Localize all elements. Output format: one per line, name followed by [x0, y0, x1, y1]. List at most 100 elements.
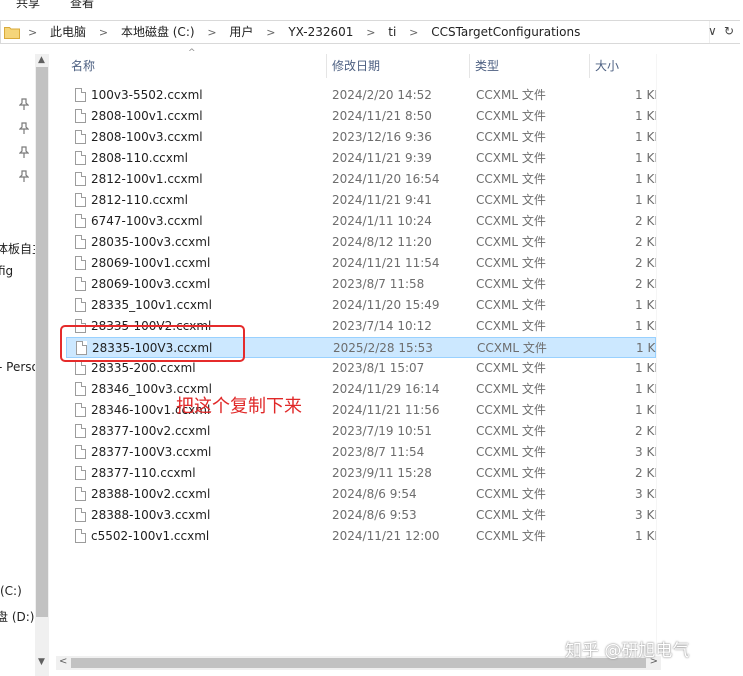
file-type: CCXML 文件 — [476, 319, 546, 333]
column-divider[interactable] — [326, 54, 327, 78]
breadcrumb-item[interactable]: 用户 — [229, 21, 253, 43]
chevron-right-icon[interactable]: > — [207, 22, 216, 44]
pin-icon[interactable] — [19, 170, 29, 182]
file-type: CCXML 文件 — [476, 466, 546, 480]
file-date: 2024/11/21 12:00 — [332, 529, 440, 543]
file-row[interactable]: 2812-100v1.ccxml 2024/11/20 16:54 CCXML 文件… — [66, 169, 656, 190]
column-divider[interactable] — [589, 54, 590, 78]
file-row[interactable]: 28346-100v1.ccxml 2024/11/21 11:56 CCXML 文… — [66, 400, 656, 421]
tab-share[interactable]: 共享 — [16, 0, 40, 11]
file-date: 2023/8/1 15:07 — [332, 361, 425, 375]
chevron-right-icon[interactable]: > — [99, 22, 108, 44]
file-icon — [75, 172, 86, 186]
file-date: 2024/1/11 10:24 — [332, 214, 432, 228]
file-name: 100v3-5502.ccxml — [91, 88, 203, 102]
file-name: 28377-100V3.ccxml — [91, 445, 212, 459]
breadcrumb-item[interactable]: 本地磁盘 (C:) — [121, 21, 195, 43]
nav-scrollbar[interactable]: ▲ ▼ — [35, 54, 49, 676]
nav-item-drive-d[interactable]: 盘 (D:) — [0, 608, 34, 625]
file-icon — [75, 424, 86, 438]
scroll-up-icon[interactable]: ▲ — [38, 55, 45, 65]
pin-icon[interactable] — [19, 146, 29, 158]
nav-item[interactable]: - Perso — [0, 360, 39, 374]
file-name: 28388-100v2.ccxml — [91, 487, 211, 501]
column-type[interactable]: 类型 — [475, 54, 499, 78]
file-date: 2024/11/21 8:50 — [332, 109, 432, 123]
file-name: 28335_100v1.ccxml — [91, 298, 212, 312]
file-icon — [75, 130, 86, 144]
file-date: 2024/11/20 16:54 — [332, 172, 440, 186]
file-icon — [75, 298, 86, 312]
navigation-pane: 体板自主 fig - Perso (C:) 盘 (D:) ▲ ▼ — [0, 54, 50, 676]
file-row[interactable]: c5502-100v1.ccxml 2024/11/21 12:00 CCXML 文… — [66, 526, 656, 547]
address-bar[interactable]: > 此电脑 > 本地磁盘 (C:) > 用户 > YX-232601 > ti … — [0, 20, 740, 44]
dropdown-icon[interactable]: ∨ — [708, 24, 717, 38]
refresh-icon[interactable]: ↻ — [724, 24, 734, 38]
file-row[interactable]: 28377-110.ccxml 2023/9/11 15:28 CCXML 文件 2 … — [66, 463, 656, 484]
chevron-right-icon: > — [28, 26, 38, 39]
file-row[interactable]: 28069-100v3.ccxml 2023/8/7 11:58 CCXML 文件 2… — [66, 274, 656, 295]
file-row[interactable]: 28377-100v2.ccxml 2023/7/19 10:51 CCXML 文件… — [66, 421, 656, 442]
file-icon — [75, 508, 86, 522]
breadcrumb-item[interactable]: 此电脑 — [50, 21, 86, 43]
file-type: CCXML 文件 — [476, 172, 546, 186]
horizontal-scroll-thumb[interactable] — [71, 658, 646, 668]
breadcrumb-item[interactable]: ti — [388, 21, 396, 43]
nav-item-drive-c[interactable]: (C:) — [0, 584, 22, 598]
file-row[interactable]: 2808-100v3.ccxml 2023/12/16 9:36 CCXML 文件 1… — [66, 127, 656, 148]
chevron-right-icon[interactable]: > — [366, 22, 375, 44]
file-row[interactable]: 28377-100V3.ccxml 2023/8/7 11:54 CCXML 文件 3… — [66, 442, 656, 463]
breadcrumb: > 此电脑 > 本地磁盘 (C:) > 用户 > YX-232601 > ti … — [23, 21, 584, 43]
file-icon — [75, 466, 86, 480]
file-date: 2023/8/7 11:54 — [332, 445, 425, 459]
nav-scroll-thumb[interactable] — [36, 67, 48, 617]
file-row[interactable]: 28346_100v3.ccxml 2024/11/29 16:14 CCXML 文… — [66, 379, 656, 400]
file-row[interactable]: 28388-100v3.ccxml 2024/8/6 9:53 CCXML 文件 3 … — [66, 505, 656, 526]
file-name: 2808-100v3.ccxml — [91, 130, 203, 144]
file-row[interactable]: 6747-100v3.ccxml 2024/1/11 10:24 CCXML 文件 2… — [66, 211, 656, 232]
nav-item[interactable]: fig — [0, 264, 13, 278]
file-row[interactable]: 2808-100v1.ccxml 2024/11/21 8:50 CCXML 文件 1… — [66, 106, 656, 127]
column-name[interactable]: 名称 — [71, 54, 95, 78]
file-icon — [75, 445, 86, 459]
scroll-left-icon[interactable]: < — [59, 656, 67, 667]
breadcrumb-item[interactable]: CCSTargetConfigurations — [431, 21, 580, 43]
chevron-right-icon[interactable]: > — [409, 22, 418, 44]
file-row[interactable]: 2808-110.ccxml 2024/11/21 9:39 CCXML 文件 1 K… — [66, 148, 656, 169]
pin-icon[interactable] — [19, 122, 29, 134]
file-date: 2024/11/21 11:56 — [332, 403, 440, 417]
file-date: 2024/8/6 9:54 — [332, 487, 417, 501]
file-icon — [75, 382, 86, 396]
watermark: 知乎 @研旭电气 — [565, 641, 690, 661]
file-row[interactable]: 28388-100v2.ccxml 2024/8/6 9:54 CCXML 文件 3 … — [66, 484, 656, 505]
file-icon — [75, 235, 86, 249]
column-date[interactable]: 修改日期 — [332, 54, 380, 78]
file-icon — [75, 361, 86, 375]
file-row[interactable]: 100v3-5502.ccxml 2024/2/20 14:52 CCXML 文件 1… — [66, 85, 656, 106]
file-type: CCXML 文件 — [476, 487, 546, 501]
file-size: 1 KB — [635, 88, 656, 102]
file-date: 2024/8/12 11:20 — [332, 235, 432, 249]
file-icon — [75, 109, 86, 123]
file-size: 2 KB — [635, 424, 656, 438]
column-size[interactable]: 大小 — [595, 54, 619, 78]
tab-view[interactable]: 查看 — [70, 0, 94, 11]
file-row[interactable]: 28335_100v1.ccxml 2024/11/20 15:49 CCXML 文… — [66, 295, 656, 316]
file-type: CCXML 文件 — [476, 445, 546, 459]
column-divider[interactable] — [469, 54, 470, 78]
file-row[interactable]: 2812-110.ccxml 2024/11/21 9:41 CCXML 文件 1 K… — [66, 190, 656, 211]
file-icon — [75, 403, 86, 417]
file-size: 3 KB — [635, 487, 656, 501]
file-type: CCXML 文件 — [476, 298, 546, 312]
breadcrumb-item[interactable]: YX-232601 — [288, 21, 353, 43]
scroll-down-icon[interactable]: ▼ — [38, 657, 45, 667]
address-actions: ∨ ↻ — [708, 21, 740, 43]
file-row[interactable]: 28035-100v3.ccxml 2024/8/12 11:20 CCXML 文件… — [66, 232, 656, 253]
file-type: CCXML 文件 — [476, 277, 546, 291]
file-name: 2812-100v1.ccxml — [91, 172, 203, 186]
file-type: CCXML 文件 — [476, 88, 546, 102]
chevron-right-icon[interactable]: > — [266, 22, 275, 44]
pin-icon[interactable] — [19, 98, 29, 110]
file-type: CCXML 文件 — [476, 403, 546, 417]
file-row[interactable]: 28069-100v1.ccxml 2024/11/21 11:54 CCXML 文… — [66, 253, 656, 274]
